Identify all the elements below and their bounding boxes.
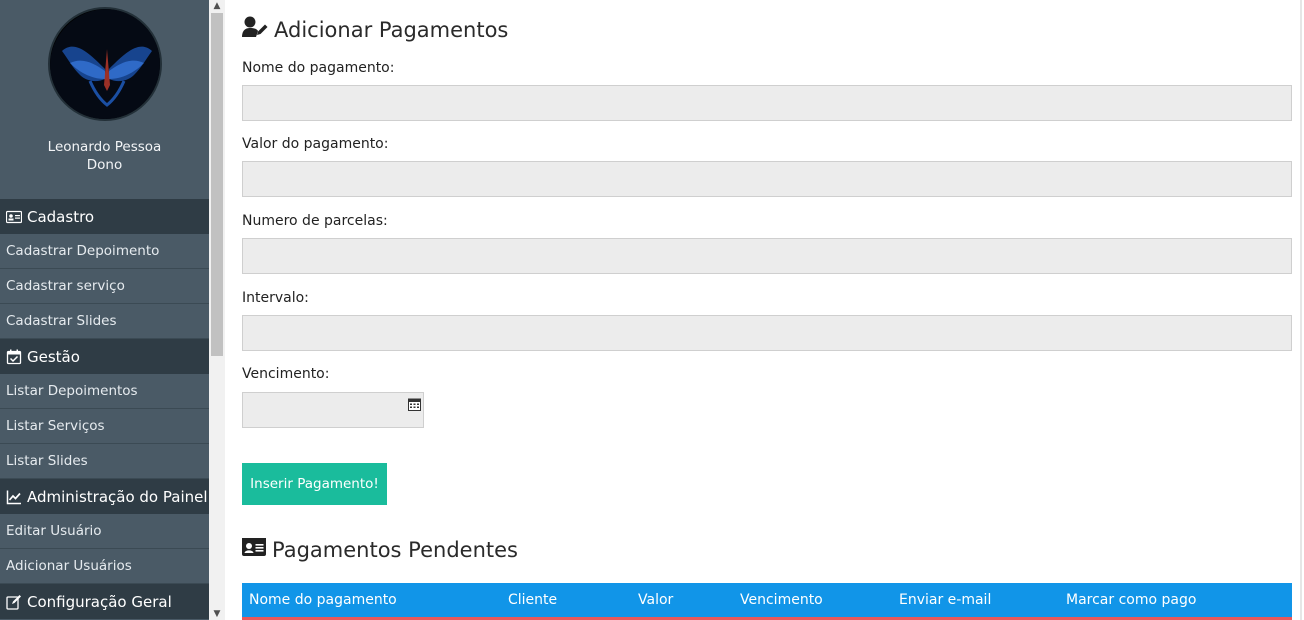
- label-intervalo: Intervalo:: [242, 290, 309, 306]
- profile-role: Dono: [86, 157, 123, 173]
- section-title: Configuração Geral: [27, 592, 172, 611]
- profile-name: Leonardo Pessoa: [47, 139, 162, 155]
- avatar: [47, 7, 162, 121]
- input-valor-pagamento[interactable]: [242, 161, 1292, 197]
- id-card-icon: [5, 209, 23, 225]
- sidebar-item-cadastrar-slides[interactable]: Cadastrar Slides: [0, 304, 209, 339]
- sidebar-scrollbar[interactable]: ▲ ▼: [209, 0, 225, 620]
- insert-payment-button[interactable]: Inserir Pagamento!: [242, 463, 387, 505]
- edit-icon: [6, 594, 22, 610]
- label-parcelas: Numero de parcelas:: [242, 213, 388, 229]
- chart-line-icon: [6, 489, 22, 505]
- input-nome-pagamento[interactable]: [242, 85, 1292, 121]
- label-vencimento: Vencimento:: [242, 366, 330, 382]
- section-title: Cadastro: [27, 207, 95, 226]
- input-vencimento-date[interactable]: [242, 392, 424, 428]
- sidebar-item-editar-usuario[interactable]: Editar Usuário: [0, 514, 209, 549]
- section-gestao: Gestão: [0, 339, 209, 374]
- pending-table-header: Nome do pagamento Cliente Valor Vencimen…: [242, 583, 1292, 618]
- page-scroll-edge: [1300, 0, 1302, 620]
- scroll-up-icon[interactable]: ▲: [209, 0, 225, 12]
- section-title: Gestão: [27, 347, 80, 366]
- input-numero-parcelas[interactable]: [242, 238, 1292, 274]
- id-card-icon: [242, 537, 272, 562]
- section-administracao: Administração do Painel: [0, 479, 209, 514]
- sidebar-item-cadastrar-servico[interactable]: Cadastrar serviço: [0, 269, 209, 304]
- scroll-down-icon[interactable]: ▼: [209, 608, 225, 620]
- label-nome: Nome do pagamento:: [242, 60, 395, 76]
- user-edit-icon: [242, 16, 274, 43]
- calendar-icon[interactable]: [408, 396, 421, 411]
- sidebar-item-listar-depoimentos[interactable]: Listar Depoimentos: [0, 374, 209, 409]
- sidebar-item-listar-servicos[interactable]: Listar Serviços: [0, 409, 209, 444]
- pending-title-text: Pagamentos Pendentes: [272, 537, 518, 562]
- pending-title: Pagamentos Pendentes: [242, 537, 518, 562]
- sidebar-item-listar-slides[interactable]: Listar Slides: [0, 444, 209, 479]
- sidebar-item-adicionar-usuarios[interactable]: Adicionar Usuários: [0, 549, 209, 584]
- column-header-vencimento: Vencimento: [740, 592, 823, 608]
- section-title: Administração do Painel: [27, 487, 208, 506]
- section-configuracao: Configuração Geral: [0, 584, 209, 619]
- calendar-check-icon: [6, 349, 22, 365]
- input-intervalo[interactable]: [242, 315, 1292, 351]
- form-title-text: Adicionar Pagamentos: [274, 17, 509, 42]
- scroll-thumb[interactable]: [211, 13, 223, 356]
- column-header-nome: Nome do pagamento: [249, 592, 397, 608]
- column-header-cliente: Cliente: [508, 592, 558, 608]
- column-header-marcar-pago: Marcar como pago: [1066, 592, 1197, 608]
- column-header-enviar-email: Enviar e-mail: [899, 592, 992, 608]
- label-valor: Valor do pagamento:: [242, 136, 389, 152]
- profile-panel: Leonardo Pessoa Dono: [0, 0, 209, 199]
- sidebar-item-cadastrar-depoimento[interactable]: Cadastrar Depoimento: [0, 234, 209, 269]
- sidebar: Leonardo Pessoa Dono Cadastro Cadastrar …: [0, 0, 209, 620]
- form-title: Adicionar Pagamentos: [242, 16, 508, 43]
- section-cadastro: Cadastro: [0, 199, 209, 234]
- column-header-valor: Valor: [638, 592, 674, 608]
